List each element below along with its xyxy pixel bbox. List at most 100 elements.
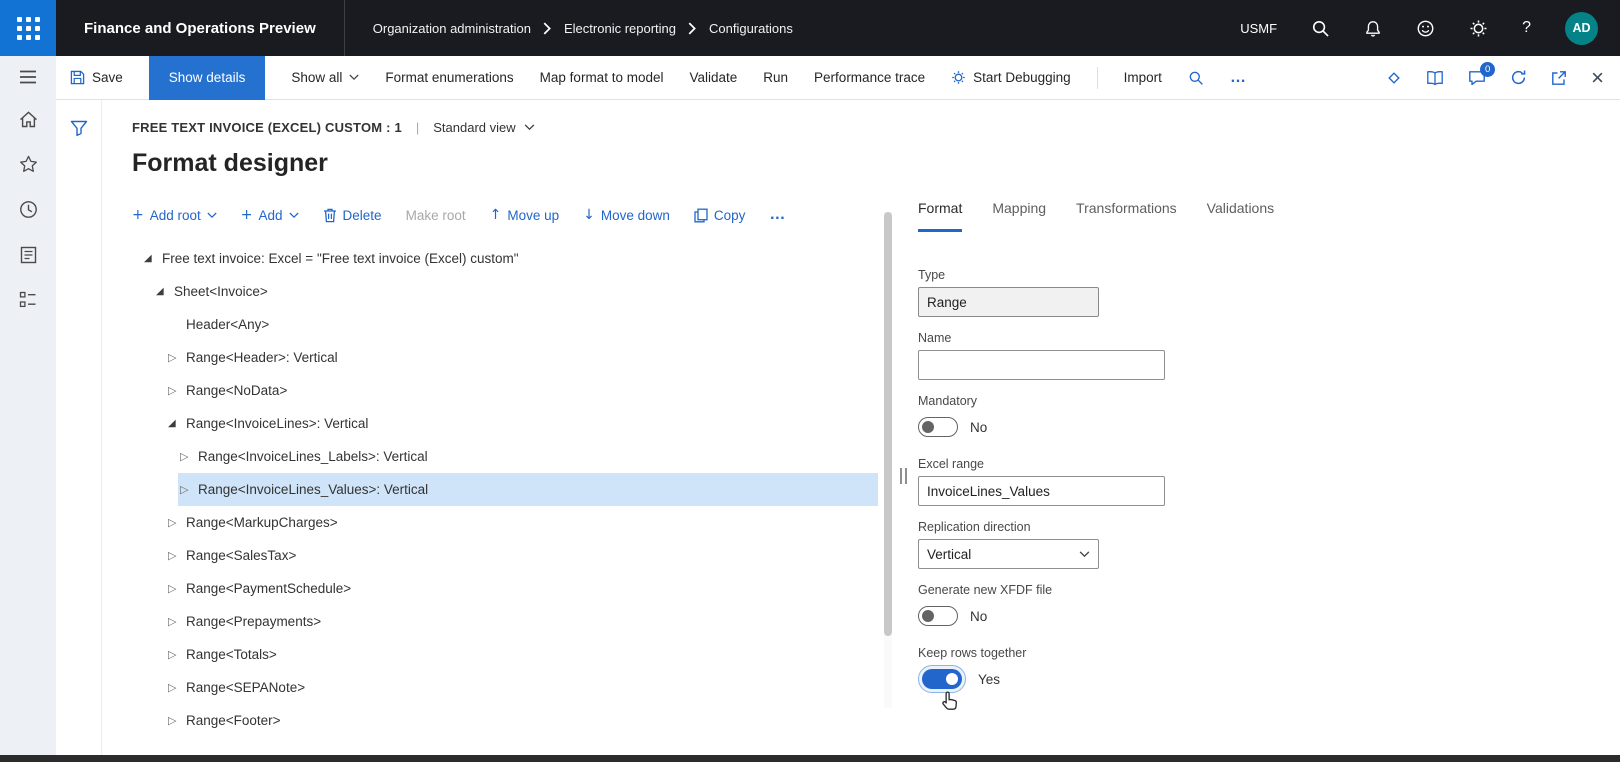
properties-fields: Type Name Mandatory xyxy=(918,268,1178,710)
tree-scrollbar-thumb[interactable] xyxy=(884,212,892,636)
feedback-smiley-icon[interactable] xyxy=(1416,19,1435,38)
chevron-collapsed-icon[interactable]: ▷ xyxy=(166,516,186,529)
chevron-collapsed-icon[interactable]: ▷ xyxy=(178,450,198,463)
favorites-star-icon[interactable] xyxy=(19,155,38,173)
task-guide-book-icon[interactable] xyxy=(1426,70,1444,86)
recent-clock-icon[interactable] xyxy=(19,200,38,219)
filter-funnel-icon[interactable] xyxy=(70,120,88,762)
tab-mapping[interactable]: Mapping xyxy=(992,200,1046,232)
app-launcher-waffle-icon[interactable] xyxy=(0,0,56,56)
tree-item-label: Range<Header>: Vertical xyxy=(186,350,338,365)
delete-button[interactable]: Delete xyxy=(323,208,382,223)
modules-hierarchy-icon[interactable] xyxy=(19,291,37,308)
chevron-collapsed-icon[interactable]: ▷ xyxy=(166,582,186,595)
tree-item[interactable]: ▷ Range<InvoiceLines_Values>: Vertical xyxy=(178,473,878,506)
command-search-icon[interactable] xyxy=(1188,70,1204,86)
copy-button[interactable]: Copy xyxy=(694,208,745,223)
type-field-group: Type xyxy=(918,268,1178,317)
tree-item[interactable]: ▷ Range<Footer> xyxy=(166,704,878,737)
command-overflow-button[interactable]: … xyxy=(1230,69,1246,87)
keep-rows-toggle[interactable] xyxy=(922,669,962,689)
tree-item[interactable]: ◢ Sheet<Invoice> xyxy=(154,275,878,308)
chevron-expanded-icon[interactable]: ◢ xyxy=(166,418,186,429)
toggle-focus-ring xyxy=(918,665,966,693)
tree-item[interactable]: ◢ Free text invoice: Excel = "Free text i… xyxy=(142,242,878,275)
pane-splitter[interactable] xyxy=(894,200,912,737)
name-input[interactable] xyxy=(918,350,1165,380)
tree-item[interactable]: ◢ Range<InvoiceLines>: Vertical xyxy=(166,407,878,440)
tree-item[interactable]: ▷ Range<SalesTax> xyxy=(166,539,878,572)
generate-xfdf-label: Generate new XFDF file xyxy=(918,583,1053,597)
mandatory-toggle[interactable] xyxy=(918,417,958,437)
make-root-button[interactable]: Make root xyxy=(406,208,466,223)
settings-gear-icon[interactable] xyxy=(1469,19,1488,38)
personalize-icon[interactable] xyxy=(1386,70,1402,86)
type-input[interactable] xyxy=(918,287,1099,317)
chevron-expanded-icon[interactable]: ◢ xyxy=(142,253,162,264)
move-up-button[interactable]: ↑ Move up xyxy=(490,207,560,223)
open-in-new-window-icon[interactable] xyxy=(1551,70,1567,86)
refresh-icon[interactable] xyxy=(1510,69,1527,86)
home-icon[interactable] xyxy=(19,111,38,128)
notifications-bell-icon[interactable] xyxy=(1364,19,1382,38)
chevron-collapsed-icon[interactable]: ▷ xyxy=(166,648,186,661)
breadcrumb-item[interactable]: Configurations xyxy=(709,21,793,36)
tree-item[interactable]: ▷ Range<NoData> xyxy=(166,374,878,407)
help-icon[interactable]: ? xyxy=(1522,19,1531,37)
nav-hamburger-icon[interactable] xyxy=(19,70,37,84)
tree-item[interactable]: ▷ Range<MarkupCharges> xyxy=(166,506,878,539)
chevron-collapsed-icon[interactable]: ▷ xyxy=(178,483,198,496)
chevron-collapsed-icon[interactable]: ▷ xyxy=(166,351,186,364)
mandatory-state: No xyxy=(970,419,988,435)
add-button[interactable]: + Add xyxy=(241,207,299,223)
tab-validations[interactable]: Validations xyxy=(1207,200,1274,232)
splitter-grip-icon xyxy=(899,468,907,484)
chevron-collapsed-icon[interactable]: ▷ xyxy=(166,681,186,694)
save-label: Save xyxy=(92,70,123,85)
chevron-expanded-icon[interactable]: ◢ xyxy=(154,286,174,297)
tree-item[interactable]: ▷ Range<Totals> xyxy=(166,638,878,671)
excel-range-input[interactable] xyxy=(918,476,1165,506)
messages-bubble-icon[interactable]: 0 xyxy=(1468,61,1496,86)
tree-item[interactable]: ▷ Range<PaymentSchedule> xyxy=(166,572,878,605)
chevron-collapsed-icon[interactable]: ▷ xyxy=(166,714,186,727)
user-avatar[interactable]: AD xyxy=(1565,11,1598,45)
save-button[interactable]: Save xyxy=(70,70,123,85)
move-up-label: Move up xyxy=(507,207,560,223)
worksheet-document-icon[interactable] xyxy=(20,246,37,264)
tab-transformations[interactable]: Transformations xyxy=(1076,200,1177,232)
tree-item[interactable]: ▷ Range<SEPANote> xyxy=(166,671,878,704)
cmd-validate-button[interactable]: Validate xyxy=(689,70,737,85)
chevron-collapsed-icon[interactable]: ▷ xyxy=(166,615,186,628)
breadcrumb-item[interactable]: Electronic reporting xyxy=(564,21,676,36)
replication-direction-select[interactable]: Vertical xyxy=(918,539,1099,569)
show-details-button[interactable]: Show details xyxy=(148,55,266,100)
move-down-button[interactable]: ↓ Move down xyxy=(583,207,670,223)
replication-direction-field-group: Replication direction Vertical xyxy=(918,520,1178,569)
generate-xfdf-state: No xyxy=(970,608,988,624)
tab-format[interactable]: Format xyxy=(918,200,963,232)
close-icon[interactable]: × xyxy=(1591,66,1604,89)
breadcrumb-item[interactable]: Organization administration xyxy=(373,21,531,36)
cmd-performance-trace-button[interactable]: Performance trace xyxy=(814,70,925,85)
chevron-collapsed-icon[interactable]: ▷ xyxy=(166,384,186,397)
start-debugging-button[interactable]: Start Debugging xyxy=(951,70,1071,85)
tree-item[interactable]: ▷ Range<Prepayments> xyxy=(166,605,878,638)
chevron-collapsed-icon[interactable]: ▷ xyxy=(166,549,186,562)
generate-xfdf-toggle[interactable] xyxy=(918,606,958,626)
toolbar-overflow-button[interactable]: … xyxy=(769,206,785,224)
cmd-format-enumerations-button[interactable]: Format enumerations xyxy=(385,70,513,85)
show-all-button[interactable]: Show all xyxy=(291,70,359,85)
plus-icon: + xyxy=(240,207,253,223)
view-selector[interactable]: Standard view xyxy=(433,120,534,135)
cmd-map-format-to-model-button[interactable]: Map format to model xyxy=(540,70,664,85)
tree-item[interactable]: Header<Any> xyxy=(166,308,878,341)
generate-xfdf-field-group: Generate new XFDF file No xyxy=(918,583,1178,630)
search-icon[interactable] xyxy=(1311,19,1330,38)
company-selector[interactable]: USMF xyxy=(1240,21,1277,36)
import-button[interactable]: Import xyxy=(1124,70,1162,85)
tree-item[interactable]: ▷ Range<InvoiceLines_Labels>: Vertical xyxy=(178,440,878,473)
tree-item[interactable]: ▷ Range<Header>: Vertical xyxy=(166,341,878,374)
cmd-run-button[interactable]: Run xyxy=(763,70,788,85)
add-root-button[interactable]: + Add root xyxy=(132,207,217,223)
